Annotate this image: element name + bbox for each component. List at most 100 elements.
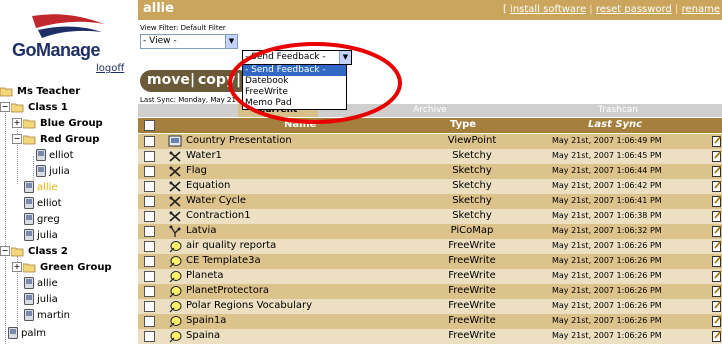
table-row[interactable]: Water Cycle Sketchy May 21st, 2007 1:06:41… xyxy=(138,194,722,209)
file-name[interactable]: CE Template3a xyxy=(186,255,261,266)
file-name[interactable]: Water1 xyxy=(186,150,222,161)
row-checkbox[interactable] xyxy=(144,271,155,282)
table-row[interactable]: Country Presentation ViewPoint May 21st, 2… xyxy=(138,134,722,149)
select-all-checkbox[interactable] xyxy=(144,120,155,131)
table-row[interactable]: Spaina FreeWrite May 21st, 2007 1:06:26 PM xyxy=(138,329,722,344)
file-name[interactable]: Polar Regions Vocabulary xyxy=(186,300,312,311)
edit-icon[interactable] xyxy=(712,165,722,180)
expand-icon[interactable]: + xyxy=(12,118,22,128)
tree-item-red-group[interactable]: − Red Group xyxy=(12,132,99,148)
selected-user-name: allie xyxy=(143,1,174,16)
rename-link[interactable]: rename xyxy=(682,4,720,15)
table-row[interactable]: Flag Sketchy May 21st, 2007 1:06:44 PM xyxy=(138,164,722,179)
edit-icon[interactable] xyxy=(712,270,722,285)
file-last-sync: May 21st, 2007 1:06:26 PM xyxy=(552,316,662,325)
edit-icon[interactable] xyxy=(712,240,722,255)
row-checkbox[interactable] xyxy=(144,331,155,342)
tree-item-student[interactable]: allie xyxy=(24,276,58,292)
tree-item-student[interactable]: julia xyxy=(36,164,70,180)
edit-icon[interactable] xyxy=(712,225,722,240)
file-name[interactable]: Contraction1 xyxy=(186,210,251,221)
row-checkbox[interactable] xyxy=(144,256,155,267)
file-name[interactable]: Equation xyxy=(186,180,230,191)
file-name[interactable]: Country Presentation xyxy=(186,135,292,146)
file-name[interactable]: Spain1a xyxy=(186,315,226,326)
tree-item-student[interactable]: elliot xyxy=(36,148,74,164)
row-checkbox[interactable] xyxy=(144,181,155,192)
tree-item-student[interactable]: julia xyxy=(24,292,58,308)
row-checkbox[interactable] xyxy=(144,226,155,237)
move-button[interactable]: move xyxy=(147,72,190,88)
table-row[interactable]: Spain1a FreeWrite May 21st, 2007 1:06:26 P… xyxy=(138,314,722,329)
file-name[interactable]: Spaina xyxy=(186,330,220,341)
view-select[interactable]: - View - ▼ xyxy=(140,34,238,49)
file-last-sync: May 21st, 2007 1:06:41 PM xyxy=(552,196,662,205)
row-checkbox[interactable] xyxy=(144,136,155,147)
tree-item-student-selected[interactable]: allie xyxy=(24,180,58,196)
tree-item-student[interactable]: martin xyxy=(24,308,70,324)
table-row[interactable]: Equation Sketchy May 21st, 2007 1:06:42 PM xyxy=(138,179,722,194)
file-name[interactable]: air quality reporta xyxy=(186,240,276,251)
file-name[interactable]: Water Cycle xyxy=(186,195,246,206)
tree-item-green-group[interactable]: + Green Group xyxy=(12,260,112,276)
collapse-icon[interactable]: − xyxy=(0,102,10,112)
row-checkbox[interactable] xyxy=(144,286,155,297)
row-checkbox[interactable] xyxy=(144,211,155,222)
logoff-link[interactable]: logoff xyxy=(96,63,124,74)
tree-item-label: martin xyxy=(37,310,71,321)
table-row[interactable]: Water1 Sketchy May 21st, 2007 1:06:45 PM xyxy=(138,149,722,164)
table-row[interactable]: Polar Regions Vocabulary FreeWrite May 21s… xyxy=(138,299,722,314)
tree-item-student[interactable]: greg xyxy=(24,212,60,228)
tree-item-blue-group[interactable]: + Blue Group xyxy=(12,116,103,132)
file-name[interactable]: PlanetProtectora xyxy=(186,285,269,296)
file-name[interactable]: Latvia xyxy=(186,225,216,236)
tree-item-class-1[interactable]: − Class 1 xyxy=(0,100,68,116)
tree-item-student[interactable]: julia xyxy=(24,228,58,244)
logo-block: GoManage logoff xyxy=(0,0,138,80)
install-software-link[interactable]: install software xyxy=(510,4,586,15)
edit-icon[interactable] xyxy=(712,285,722,300)
table-row[interactable]: air quality reporta FreeWrite May 21st, 20… xyxy=(138,239,722,254)
edit-icon[interactable] xyxy=(712,300,722,315)
column-header-last-sync[interactable]: Last Sync xyxy=(588,119,642,130)
edit-icon[interactable] xyxy=(712,315,722,330)
tree-item-ms-teacher[interactable]: Ms Teacher xyxy=(0,84,80,100)
tab-trashcan[interactable]: Trashcan xyxy=(578,104,658,117)
reset-password-link[interactable]: reset password xyxy=(596,4,672,15)
row-checkbox[interactable] xyxy=(144,196,155,207)
tree-item-label: palm xyxy=(21,328,46,339)
table-row[interactable]: CE Template3a FreeWrite May 21st, 2007 1:0… xyxy=(138,254,722,269)
tab-archive[interactable]: Archive xyxy=(400,104,460,117)
table-row[interactable]: PlanetProtectora FreeWrite May 21st, 2007 … xyxy=(138,284,722,299)
folder-open-icon xyxy=(23,135,36,144)
table-row[interactable]: Contraction1 Sketchy May 21st, 2007 1:06:3… xyxy=(138,209,722,224)
handheld-device-icon xyxy=(36,149,46,161)
table-row[interactable]: Planeta FreeWrite May 21st, 2007 1:06:26 P… xyxy=(138,269,722,284)
file-name[interactable]: Flag xyxy=(186,165,207,176)
edit-icon[interactable] xyxy=(712,330,722,345)
row-checkbox[interactable] xyxy=(144,166,155,177)
expand-icon[interactable]: + xyxy=(12,262,22,272)
row-checkbox[interactable] xyxy=(144,316,155,327)
file-name[interactable]: Planeta xyxy=(186,270,223,281)
edit-icon[interactable] xyxy=(712,210,722,225)
tree-item-class-2[interactable]: − Class 2 xyxy=(0,244,68,260)
edit-icon[interactable] xyxy=(712,195,722,210)
tree-item-student[interactable]: elliot xyxy=(24,196,62,212)
collapse-icon[interactable]: − xyxy=(12,134,22,144)
file-type: Sketchy xyxy=(452,150,492,161)
collapse-icon[interactable]: − xyxy=(0,246,10,256)
edit-icon[interactable] xyxy=(712,150,722,165)
edit-icon[interactable] xyxy=(712,180,722,195)
column-header-type[interactable]: Type xyxy=(450,119,476,130)
tree-item-label: Class 1 xyxy=(28,102,68,113)
row-checkbox[interactable] xyxy=(144,301,155,312)
file-last-sync: May 21st, 2007 1:06:32 PM xyxy=(552,226,662,235)
tree-item-palm[interactable]: palm xyxy=(8,326,46,342)
row-checkbox[interactable] xyxy=(144,241,155,252)
table-row[interactable]: Latvia PiCoMap May 21st, 2007 1:06:32 PM xyxy=(138,224,722,239)
edit-icon[interactable] xyxy=(712,135,722,150)
file-last-sync: May 21st, 2007 1:06:49 PM xyxy=(552,136,662,145)
edit-icon[interactable] xyxy=(712,255,722,270)
row-checkbox[interactable] xyxy=(144,151,155,162)
